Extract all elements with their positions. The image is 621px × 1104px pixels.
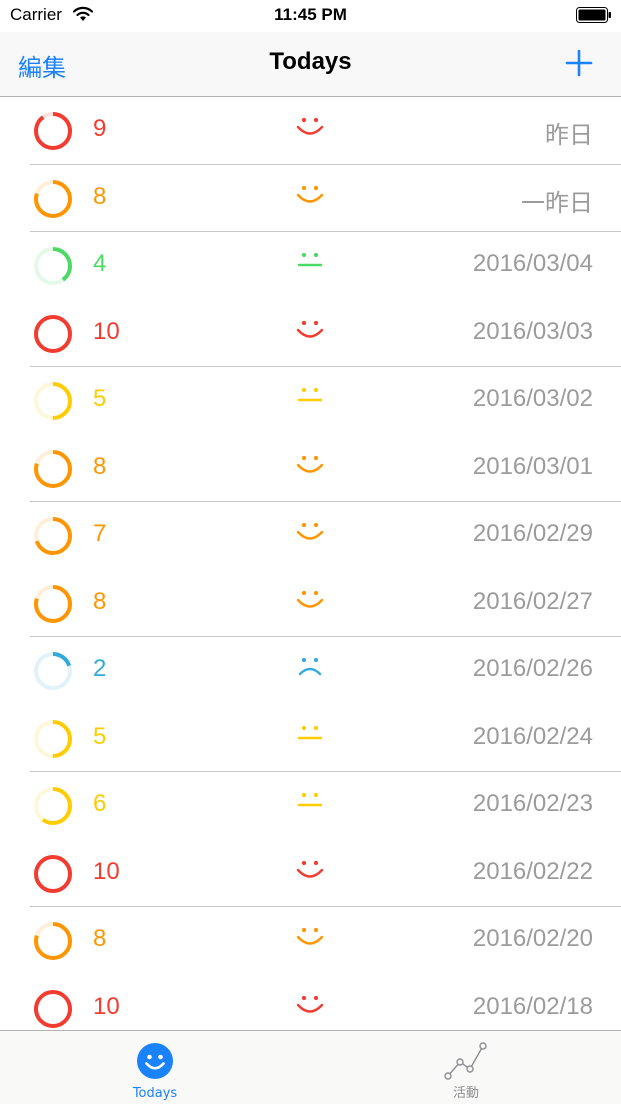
happy-face-icon (296, 590, 324, 608)
entry-date: 2016/03/03 (472, 317, 593, 345)
status-time: 11:45 PM (274, 5, 347, 24)
score-value: 4 (93, 250, 107, 277)
progress-ring-icon (34, 517, 72, 555)
progress-ring-icon (34, 922, 72, 960)
list-item[interactable]: 10 2016/02/18 (0, 975, 621, 1031)
score-value: 8 (93, 182, 107, 210)
happy-face-icon (296, 117, 324, 135)
score-value: 5 (93, 722, 107, 750)
list-item[interactable]: 5 2016/02/24 (0, 705, 621, 772)
entry-date: 2016/02/18 (472, 992, 593, 1020)
plus-icon[interactable] (565, 49, 593, 77)
list-item[interactable]: 8 2016/02/27 (0, 570, 621, 637)
list-item[interactable]: 4 2016/03/04 (0, 232, 621, 300)
entry-date: 2016/02/29 (472, 520, 593, 547)
score-value: 10 (93, 317, 120, 345)
progress-ring-icon (34, 247, 72, 285)
list-item[interactable]: 2 2016/02/26 (0, 637, 621, 705)
progress-ring-icon (34, 382, 72, 420)
progress-ring-icon (34, 179, 72, 218)
entry-date: 昨日 (545, 122, 593, 149)
score-value: 8 (93, 587, 107, 615)
smiley-icon (137, 1043, 173, 1079)
list-item[interactable]: 5 2016/03/02 (0, 367, 621, 435)
score-value: 2 (93, 655, 107, 682)
list-item[interactable]: 10 2016/03/03 (0, 300, 621, 367)
page-title: Todays (269, 48, 352, 75)
entry-date: 2016/02/27 (472, 587, 593, 615)
list-item[interactable]: 9 昨日 (0, 97, 621, 165)
happy-face-icon (296, 320, 324, 338)
progress-ring-icon (34, 989, 72, 1028)
progress-ring-icon (34, 112, 72, 150)
list-item[interactable]: 8 2016/02/20 (0, 907, 621, 975)
entry-list[interactable]: 9 昨日 8 一昨日 4 2016/03/04 10 2016/03/03 5 2016/03/0… (0, 97, 621, 1030)
screen: Carrier 11:45 PM 編集 Todays 9 昨日 8 一昨日 4 2016/… (0, 0, 621, 1104)
progress-ring-icon (34, 719, 72, 758)
score-value: 10 (93, 857, 120, 885)
list-item[interactable]: 8 一昨日 (0, 165, 621, 232)
entry-date: 2016/03/04 (472, 250, 593, 277)
progress-ring-icon (34, 787, 72, 825)
entry-date: 2016/03/01 (472, 452, 593, 480)
happy-face-icon (296, 860, 324, 878)
entry-date: 2016/02/22 (472, 857, 593, 885)
entry-date: 2016/03/02 (472, 385, 593, 412)
progress-ring-icon (34, 854, 72, 893)
status-bar: Carrier 11:45 PM (0, 0, 621, 32)
list-item[interactable]: 6 2016/02/23 (0, 772, 621, 840)
progress-ring-icon (34, 652, 72, 690)
score-value: 6 (93, 790, 107, 817)
happy-face-icon (296, 185, 324, 203)
sad-face-icon (298, 657, 322, 676)
progress-ring-icon (34, 584, 72, 623)
tab-bar: Todays 活動 (0, 1030, 621, 1104)
list-item[interactable]: 10 2016/02/22 (0, 840, 621, 907)
entry-date: 2016/02/20 (472, 925, 593, 952)
happy-face-icon (296, 995, 324, 1013)
happy-face-icon (296, 455, 324, 473)
score-value: 10 (93, 992, 120, 1020)
line-chart-icon (444, 1042, 487, 1080)
entry-date: 2016/02/24 (472, 722, 593, 750)
score-value: 5 (93, 385, 107, 412)
progress-ring-icon (34, 449, 72, 488)
battery-icon (576, 7, 611, 23)
score-value: 8 (93, 925, 107, 952)
neutral-face-icon (297, 792, 323, 807)
neutral-face-icon (297, 725, 323, 739)
happy-face-icon (296, 927, 324, 945)
entry-date: 2016/02/23 (472, 790, 593, 817)
list-item[interactable]: 7 2016/02/29 (0, 502, 621, 570)
tab-todays[interactable]: Todays (0, 1031, 310, 1104)
happy-face-icon (296, 522, 324, 540)
tab-label-todays: Todays (132, 1086, 178, 1101)
navigation-bar: 編集 Todays (0, 32, 621, 97)
neutral-face-icon (297, 387, 323, 402)
tab-activity[interactable]: 活動 (311, 1031, 621, 1104)
entry-date: 一昨日 (521, 189, 593, 217)
score-value: 8 (93, 452, 107, 480)
list-item[interactable]: 8 2016/03/01 (0, 435, 621, 502)
neutral-face-icon (297, 252, 323, 267)
entry-date: 2016/02/26 (472, 655, 593, 682)
score-value: 7 (93, 520, 107, 547)
tab-label-activity: 活動 (452, 1086, 479, 1101)
score-value: 9 (93, 115, 107, 142)
progress-ring-icon (34, 314, 72, 353)
